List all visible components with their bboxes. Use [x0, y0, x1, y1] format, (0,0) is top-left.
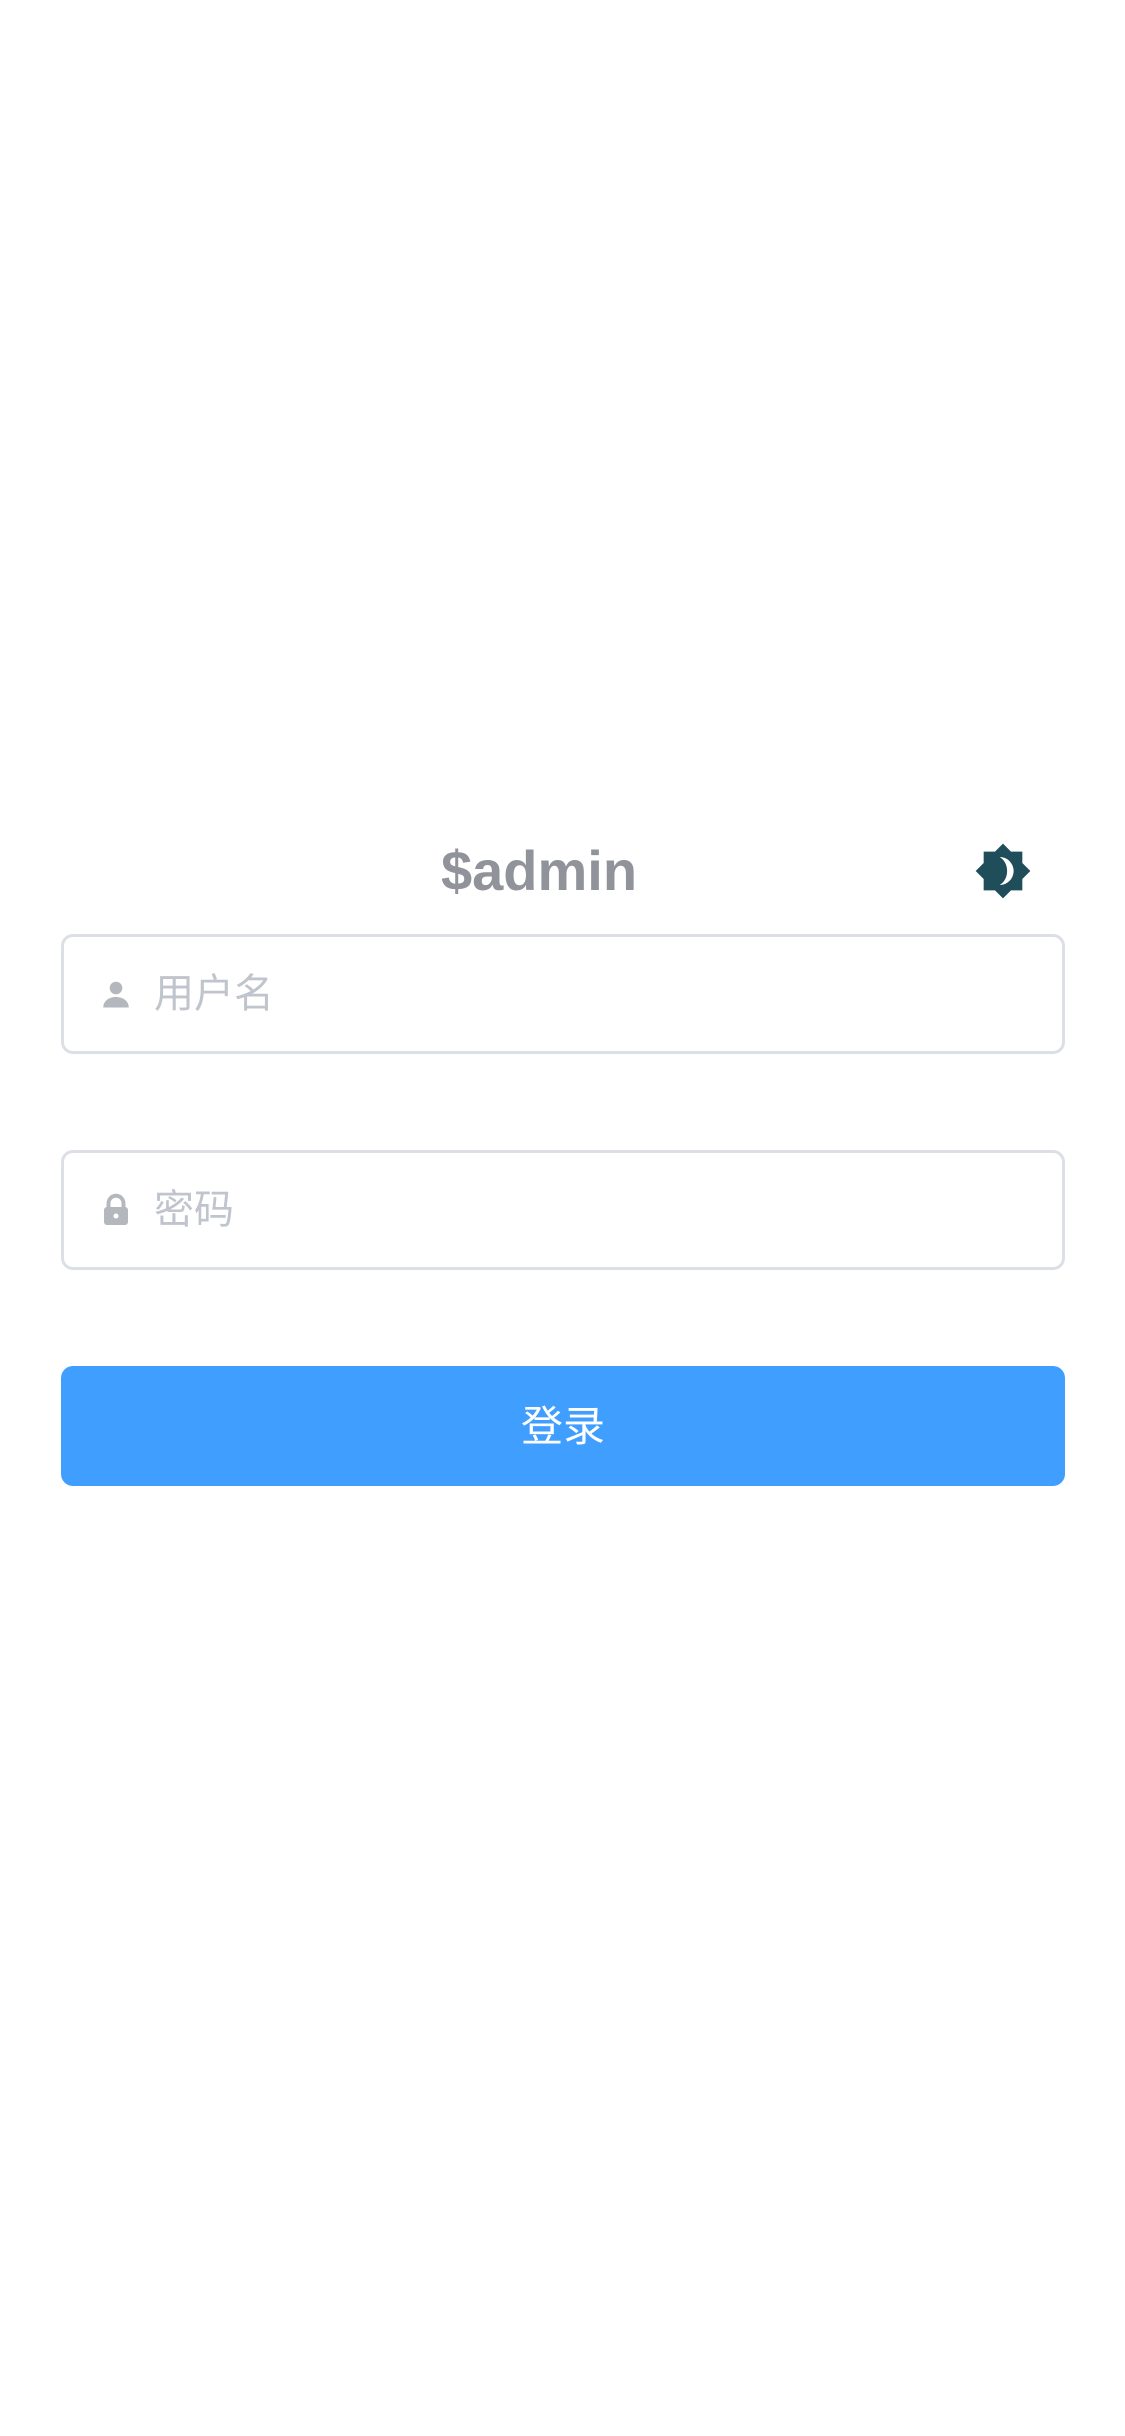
- user-icon: [98, 976, 134, 1012]
- brightness-icon: [975, 843, 1031, 899]
- password-input[interactable]: [154, 1153, 1042, 1267]
- app-title: $admin: [440, 839, 638, 902]
- login-button[interactable]: 登录: [61, 1366, 1065, 1486]
- theme-toggle-button[interactable]: [974, 842, 1032, 900]
- lock-icon: [98, 1192, 134, 1228]
- username-input[interactable]: [154, 937, 1042, 1051]
- login-panel: $admin 登录: [61, 836, 1065, 1486]
- username-field[interactable]: [61, 934, 1065, 1054]
- password-field[interactable]: [61, 1150, 1065, 1270]
- login-header: $admin: [61, 836, 1065, 906]
